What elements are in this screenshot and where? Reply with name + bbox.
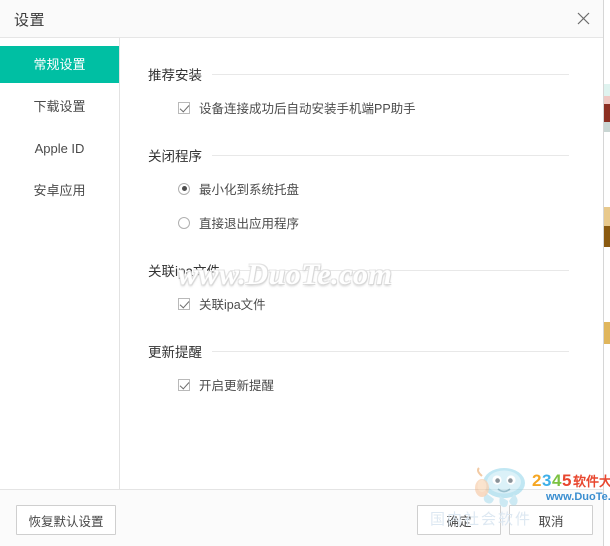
option-label: 关联ipa文件 [199,298,266,312]
option-label: 开启更新提醒 [199,379,275,393]
section-title: 推荐安装 [148,68,202,83]
confirm-button[interactable]: 确定 [417,505,501,535]
content-area: 常规设置 下载设置 Apple ID 安卓应用 推荐安装 设备连接成功后自动安装… [0,38,603,489]
section-header: 关闭程序 [148,145,569,165]
option-label: 设备连接成功后自动安装手机端PP助手 [199,102,416,116]
page-title: 设置 [14,12,46,29]
sidebar: 常规设置 下载设置 Apple ID 安卓应用 [0,38,120,489]
option-auto-install-pp-assistant[interactable]: 设备连接成功后自动安装手机端PP助手 [178,98,569,117]
section-update-reminder: 更新提醒 开启更新提醒 [148,341,569,394]
option-label: 直接退出应用程序 [199,217,300,231]
section-associate-ipa: 关联ipa文件 关联ipa文件 [148,260,569,313]
section-header: 更新提醒 [148,341,569,361]
checkbox-icon[interactable] [178,101,190,114]
section-divider [212,350,569,352]
section-divider [212,73,569,75]
section-divider [212,154,569,156]
sidebar-item-label: 下载设置 [33,99,86,114]
sidebar-item-label: 安卓应用 [33,183,86,198]
option-minimize-to-tray[interactable]: 最小化到系统托盘 [178,179,569,198]
section-title: 更新提醒 [148,345,202,360]
section-divider [230,269,569,271]
section-header: 推荐安装 [148,64,569,84]
sidebar-item-label: Apple ID [34,141,85,156]
footer-bar: 恢复默认设置 确定 取消 [0,489,603,546]
option-associate-ipa-files[interactable]: 关联ipa文件 [178,294,569,313]
settings-window: 设置 常规设置 下载设置 Apple ID 安卓应用 推荐安装 设备连接成功后自… [0,0,604,546]
section-title: 关闭程序 [148,149,202,164]
sidebar-item-label: 常规设置 [33,57,86,72]
sidebar-item-android-apps[interactable]: 安卓应用 [0,172,119,209]
sidebar-item-general[interactable]: 常规设置 [0,46,119,83]
option-exit-application[interactable]: 直接退出应用程序 [178,213,569,232]
radio-icon[interactable] [178,216,190,229]
section-header: 关联ipa文件 [148,260,569,280]
sidebar-item-apple-id[interactable]: Apple ID [0,130,119,167]
cancel-button[interactable]: 取消 [509,505,593,535]
checkbox-icon[interactable] [178,297,190,310]
section-close-program: 关闭程序 最小化到系统托盘 直接退出应用程序 [148,145,569,232]
checkbox-icon[interactable] [178,378,190,391]
close-icon[interactable] [569,6,597,32]
title-bar: 设置 [0,0,603,38]
restore-defaults-button[interactable]: 恢复默认设置 [16,505,116,535]
background-app-strip [603,0,610,546]
section-recommended-install: 推荐安装 设备连接成功后自动安装手机端PP助手 [148,64,569,117]
option-label: 最小化到系统托盘 [199,183,300,197]
option-enable-update-reminder[interactable]: 开启更新提醒 [178,375,569,394]
settings-panel: 推荐安装 设备连接成功后自动安装手机端PP助手 关闭程序 最小化到系统托盘 直接… [120,38,603,489]
radio-icon[interactable] [178,182,190,195]
sidebar-item-download[interactable]: 下载设置 [0,88,119,125]
section-title: 关联ipa文件 [148,264,221,279]
